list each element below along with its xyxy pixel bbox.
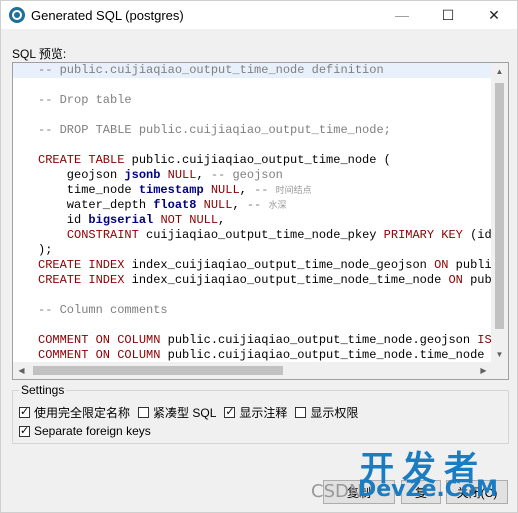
code-line: COMMENT ON COLUMN public.cuijiaqiao_outp… bbox=[38, 333, 492, 347]
code-line: -- DROP TABLE public.cuijiaqiao_output_t… bbox=[38, 123, 391, 137]
vertical-scroll-thumb[interactable] bbox=[495, 83, 504, 329]
window-title: Generated SQL (postgres) bbox=[31, 7, 184, 23]
code-line: ); bbox=[38, 243, 53, 257]
option-label: Separate foreign keys bbox=[34, 424, 151, 438]
fully-qualified-names-checkbox[interactable] bbox=[19, 405, 30, 418]
option-fully-qualified-names[interactable]: 使用完全限定名称 bbox=[19, 404, 130, 421]
option-label: 紧凑型 SQL bbox=[153, 406, 217, 420]
maximize-button[interactable]: ☐ bbox=[425, 1, 471, 29]
code-line: -- Column comments bbox=[38, 303, 168, 317]
code-line: geojson jsonb NULL, -- geojson bbox=[38, 168, 283, 182]
option-label: 显示注释 bbox=[239, 406, 288, 420]
option-separate-foreign-keys[interactable]: Separate foreign keys bbox=[19, 424, 151, 438]
scroll-down-arrow-icon[interactable]: ▼ bbox=[491, 346, 508, 363]
sql-preview-label: SQL 预览: bbox=[12, 47, 67, 61]
horizontal-scrollbar[interactable]: ◀ ▶ bbox=[13, 362, 492, 379]
code-line: CONSTRAINT cuijiaqiao_output_time_node_p… bbox=[66, 228, 492, 242]
settings-row-1: 使用完全限定名称 紧凑型 SQL 显示注释 显示权限 bbox=[19, 404, 366, 421]
show-permissions-checkbox[interactable] bbox=[295, 407, 307, 418]
dbeaver-app-icon bbox=[9, 7, 25, 23]
horizontal-scroll-thumb[interactable] bbox=[33, 366, 283, 375]
sql-code-area[interactable]: -- public.cuijiaqiao_output_time_node de… bbox=[13, 63, 492, 363]
code-line: water_depth float8 NULL, -- 水深 bbox=[38, 198, 287, 212]
close-window-button[interactable]: ✕ bbox=[471, 1, 517, 29]
show-comments-checkbox[interactable] bbox=[224, 405, 236, 418]
vertical-scrollbar[interactable]: ▲ ▼ bbox=[491, 63, 508, 363]
option-show-comments[interactable]: 显示注释 bbox=[224, 404, 287, 421]
devze-watermark: DevZe.CoM bbox=[358, 477, 498, 502]
code-line: -- public.cuijiaqiao_output_time_node de… bbox=[13, 63, 492, 78]
code-line: CREATE INDEX index_cuijiaqiao_output_tim… bbox=[38, 273, 492, 287]
option-label: 使用完全限定名称 bbox=[34, 406, 131, 420]
scroll-up-arrow-icon[interactable]: ▲ bbox=[491, 63, 508, 80]
option-compact-sql[interactable]: 紧凑型 SQL bbox=[138, 404, 216, 421]
window-controls: — ☐ ✕ bbox=[379, 1, 517, 29]
minimize-button[interactable]: — bbox=[379, 1, 425, 29]
separate-foreign-keys-checkbox[interactable] bbox=[19, 424, 30, 437]
code-line: id bigserial NOT NULL, bbox=[38, 213, 226, 227]
generated-sql-dialog: Generated SQL (postgres) — ☐ ✕ SQL 预览: -… bbox=[0, 0, 518, 513]
sql-preview-editor[interactable]: -- public.cuijiaqiao_output_time_node de… bbox=[12, 62, 509, 380]
scroll-right-arrow-icon[interactable]: ▶ bbox=[475, 362, 492, 379]
code-line: time_node timestamp NULL, -- 时间结点 bbox=[38, 183, 312, 197]
option-label: 显示权限 bbox=[310, 406, 359, 420]
settings-group-label: Settings bbox=[19, 383, 67, 397]
code-line: COMMENT ON COLUMN public.cuijiaqiao_outp… bbox=[38, 348, 492, 362]
code-line: CREATE INDEX index_cuijiaqiao_output_tim… bbox=[38, 258, 492, 272]
scrollbar-corner bbox=[491, 362, 508, 379]
compact-sql-checkbox[interactable] bbox=[138, 407, 150, 418]
csdn-watermark: CSDN bbox=[311, 481, 363, 502]
settings-row-2: Separate foreign keys bbox=[19, 424, 159, 438]
option-show-permissions[interactable]: 显示权限 bbox=[295, 404, 358, 421]
scroll-left-arrow-icon[interactable]: ◀ bbox=[13, 362, 30, 379]
code-line: CREATE TABLE public.cuijiaqiao_output_ti… bbox=[38, 153, 391, 167]
code-line: -- Drop table bbox=[38, 93, 132, 107]
title-bar[interactable]: Generated SQL (postgres) — ☐ ✕ bbox=[1, 1, 517, 29]
